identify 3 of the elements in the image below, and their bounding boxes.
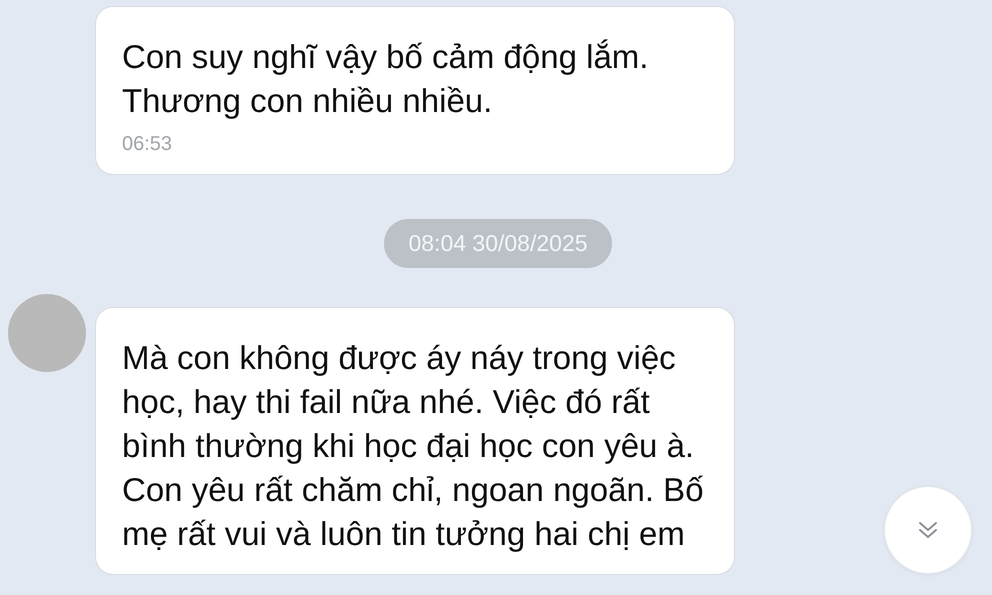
message-text: Con suy nghĩ vậy bố cảm động lắm. Thương con nhiều nhiều.: [122, 37, 650, 121]
message-time: 06:53: [122, 133, 174, 156]
message-text: Mà con không được áy náy trong việc học, hay thi fail nữa nhé. Việc đó rất bình thường khi học đại học con yêu à. Con yêu rất chăm chỉ, ngoan ngoãn. Bố mẹ rất vui và luôn tin tưởng hai chị em: [122, 338, 705, 554]
